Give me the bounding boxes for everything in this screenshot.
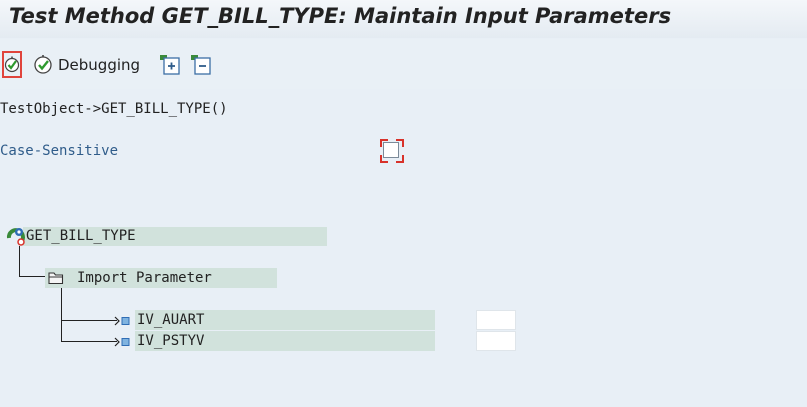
tree-connector xyxy=(61,287,62,342)
execute-button[interactable] xyxy=(2,51,22,78)
debugging-label: Debugging xyxy=(58,56,141,74)
tree-connector xyxy=(61,341,117,342)
tree-connector xyxy=(19,246,20,277)
param-value-input[interactable] xyxy=(476,331,516,351)
method-icon xyxy=(6,228,25,246)
param-label: IV_PSTYV xyxy=(137,333,205,349)
expand-all-button[interactable] xyxy=(159,54,181,76)
execute-icon xyxy=(4,56,20,72)
tree-root-label: GET_BILL_TYPE xyxy=(26,228,136,244)
debug-execute-icon xyxy=(34,55,52,74)
folder-icon xyxy=(48,272,64,285)
import-param-icon xyxy=(114,337,130,347)
case-sensitive-label: Case-Sensitive xyxy=(0,143,119,159)
param-label: IV_AUART xyxy=(137,312,205,328)
title-bar: Test Method GET_BILL_TYPE: Maintain Inpu… xyxy=(0,0,807,38)
expand-all-icon xyxy=(160,55,180,75)
debugging-button[interactable]: Debugging xyxy=(33,53,140,77)
collapse-all-button[interactable] xyxy=(190,54,212,76)
import-param-icon xyxy=(114,316,130,326)
tree-connector xyxy=(19,276,45,277)
test-object-label: TestObject->GET_BILL_TYPE() xyxy=(0,101,228,117)
collapse-all-icon xyxy=(191,55,211,75)
checkbox-box xyxy=(383,142,399,158)
case-sensitive-checkbox[interactable] xyxy=(380,139,404,163)
param-value-input[interactable] xyxy=(476,310,516,330)
tree-folder-label: Import Parameter xyxy=(77,270,212,286)
tree-connector xyxy=(61,320,117,321)
page-title: Test Method GET_BILL_TYPE: Maintain Inpu… xyxy=(9,4,672,28)
